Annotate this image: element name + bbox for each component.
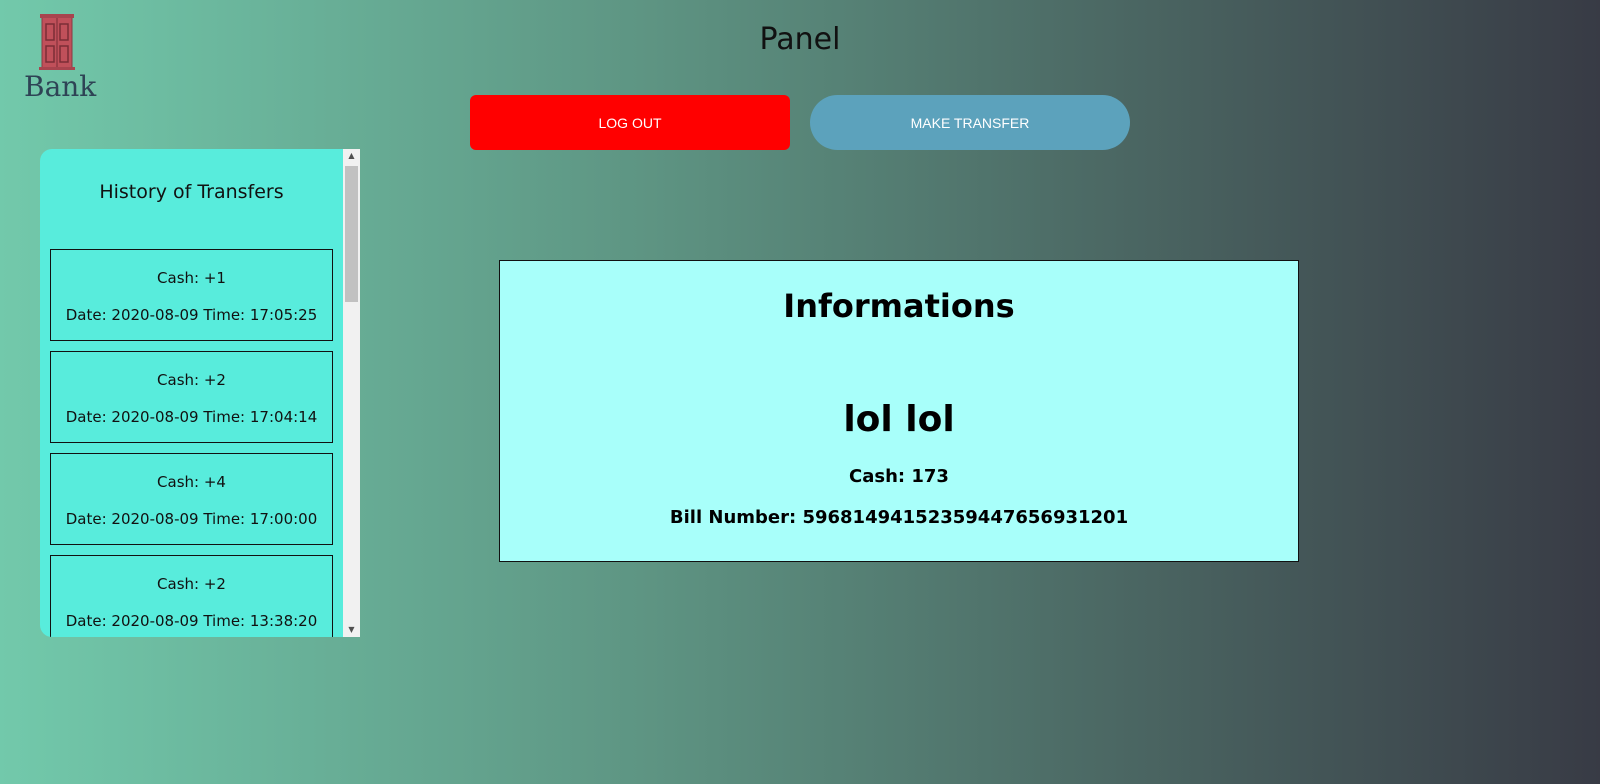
bill-number: Bill Number: 59681494152359447656931201 bbox=[669, 507, 1129, 528]
history-scrollbar[interactable]: ▲ ▼ bbox=[343, 149, 360, 637]
transfer-item: Cash: +2 Date: 2020-08-09 Time: 13:38:20 bbox=[50, 555, 333, 637]
transfer-item: Cash: +2 Date: 2020-08-09 Time: 17:04:14 bbox=[50, 351, 333, 443]
transfer-history-panel[interactable]: History of Transfers Cash: +1 Date: 2020… bbox=[40, 149, 360, 637]
transfer-cash: Cash: +2 bbox=[157, 575, 226, 593]
transfer-cash: Cash: +1 bbox=[157, 269, 226, 287]
transfer-item: Cash: +1 Date: 2020-08-09 Time: 17:05:25 bbox=[50, 249, 333, 341]
transfer-datetime: Date: 2020-08-09 Time: 17:00:00 bbox=[65, 510, 318, 528]
scroll-down-arrow-icon[interactable]: ▼ bbox=[343, 623, 360, 637]
transfer-datetime: Date: 2020-08-09 Time: 17:05:25 bbox=[65, 306, 318, 324]
transfer-list: Cash: +1 Date: 2020-08-09 Time: 17:05:25… bbox=[50, 249, 334, 637]
transfer-datetime: Date: 2020-08-09 Time: 13:38:20 bbox=[65, 612, 318, 630]
transfer-cash: Cash: +2 bbox=[157, 371, 226, 389]
info-heading: Informations bbox=[783, 287, 1015, 325]
history-title: History of Transfers bbox=[99, 181, 284, 203]
logout-button[interactable]: LOG OUT bbox=[470, 95, 790, 150]
account-holder-name: lol lol bbox=[843, 399, 955, 440]
account-info-box: Informations lol lol Cash: 173 Bill Numb… bbox=[499, 260, 1299, 562]
account-cash: Cash: 173 bbox=[849, 466, 949, 487]
make-transfer-button[interactable]: MAKE TRANSFER bbox=[810, 95, 1130, 150]
transfer-history-content: History of Transfers Cash: +1 Date: 2020… bbox=[40, 149, 343, 637]
scroll-thumb[interactable] bbox=[345, 166, 358, 302]
transfer-cash: Cash: +4 bbox=[157, 473, 226, 491]
scroll-up-arrow-icon[interactable]: ▲ bbox=[343, 149, 360, 163]
logo-text: Bank bbox=[24, 70, 97, 103]
transfer-datetime: Date: 2020-08-09 Time: 17:04:14 bbox=[65, 408, 318, 426]
page-title: Panel bbox=[759, 22, 841, 57]
transfer-item: Cash: +4 Date: 2020-08-09 Time: 17:00:00 bbox=[50, 453, 333, 545]
